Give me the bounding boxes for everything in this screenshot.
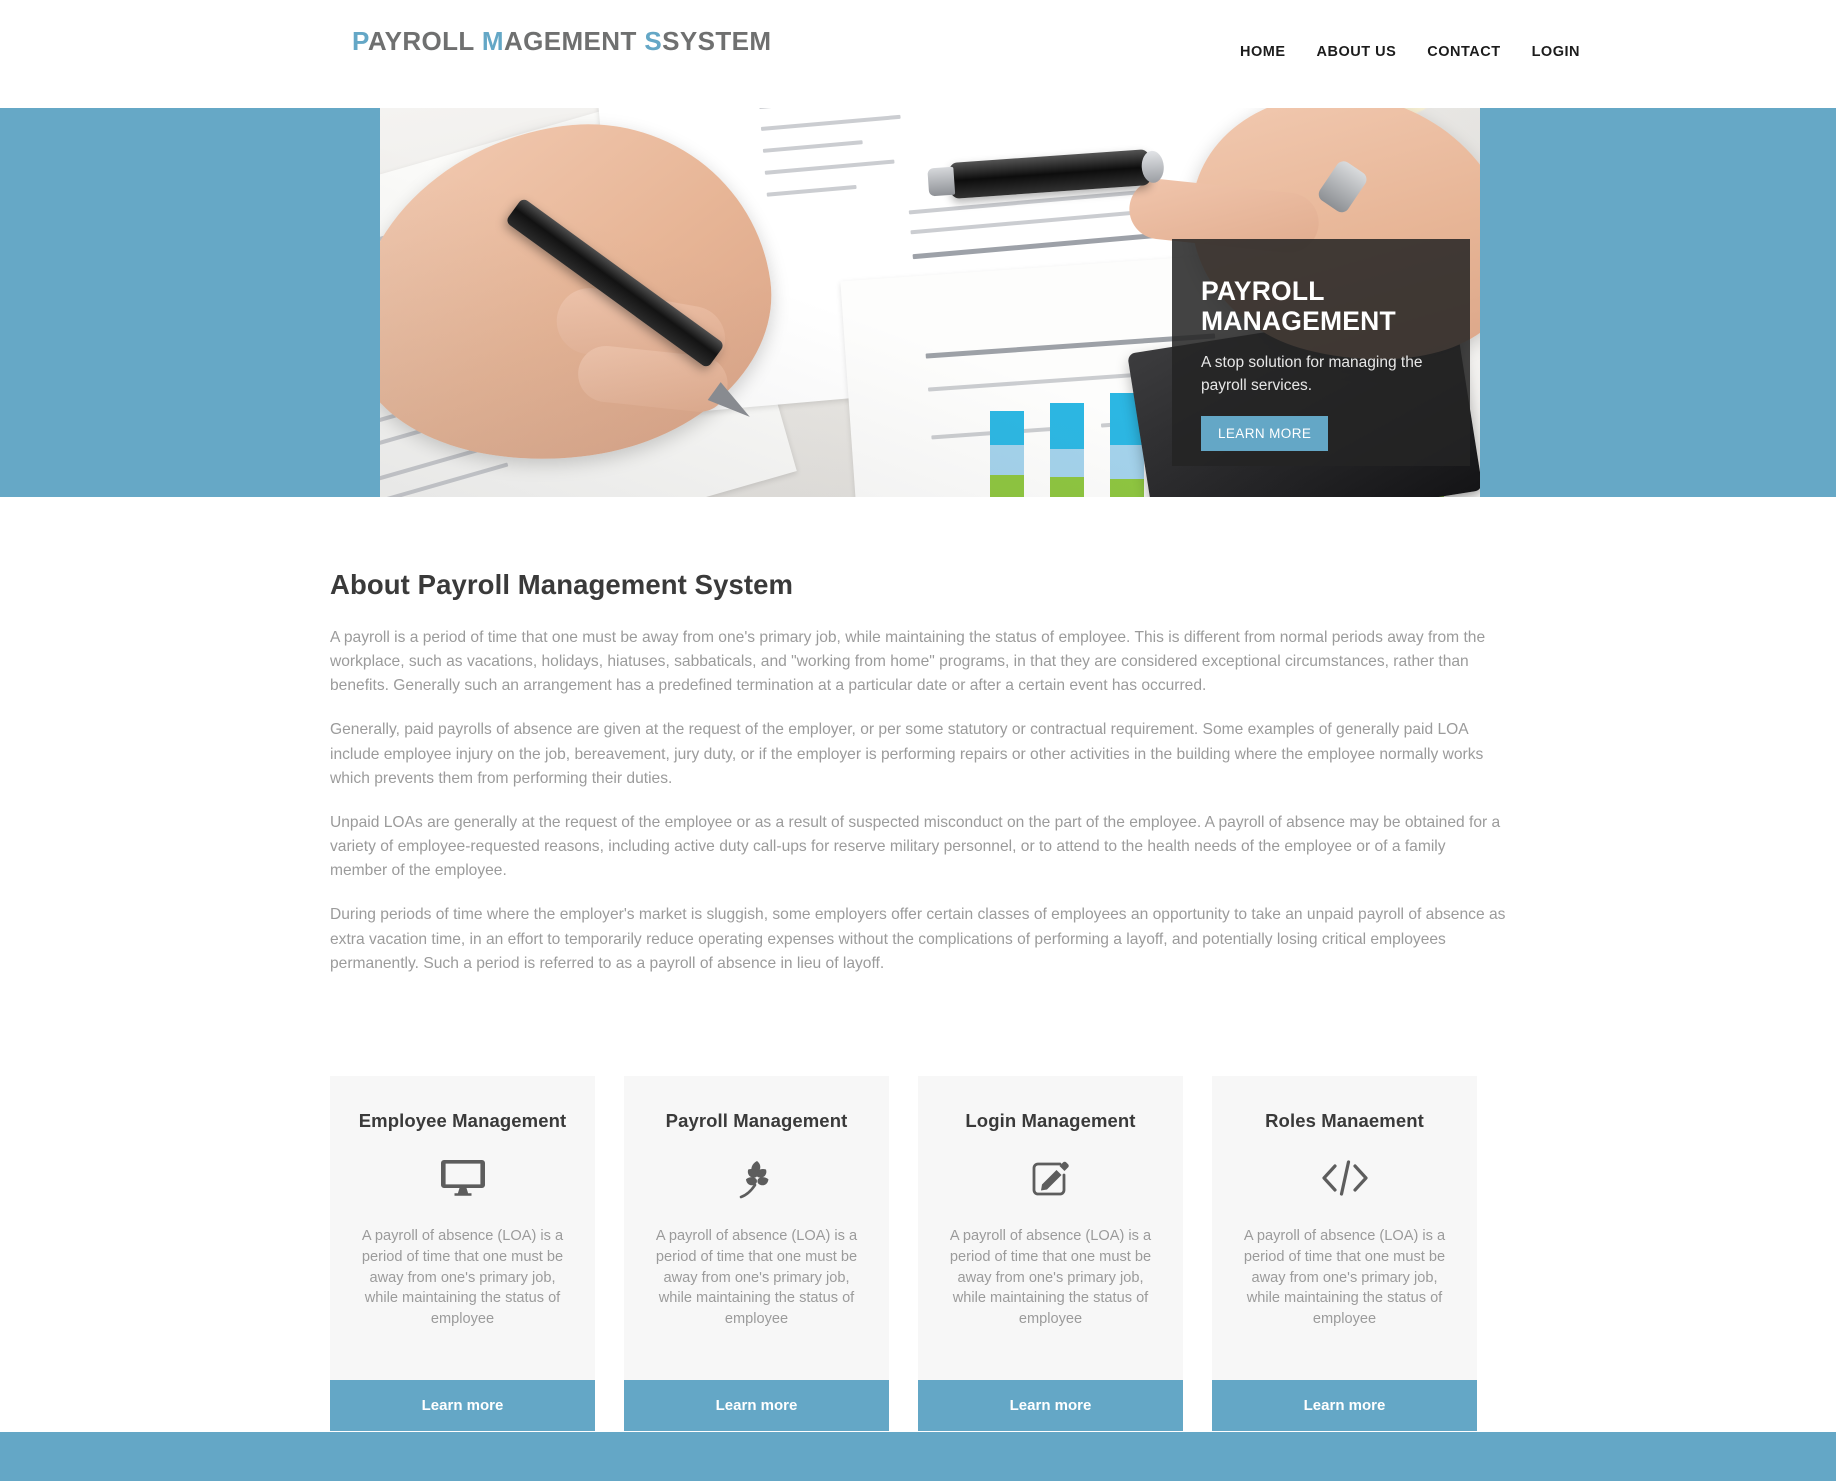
about-section: About Payroll Management System A payrol… (0, 497, 1836, 1470)
card-text: A payroll of absence (LOA) is a period o… (655, 1227, 858, 1328)
nav-item-home[interactable]: HOME (1240, 44, 1286, 60)
logo-letter-m: M (481, 26, 504, 56)
card-learn-more-button[interactable]: Learn more (624, 1380, 889, 1432)
page-root: PAYROLL MAGEMENT SSYSTEM HOME ABOUT US C… (0, 0, 1836, 1481)
nav-item-login[interactable]: LOGIN (1532, 44, 1580, 60)
card-text: A payroll of absence (LOA) is a period o… (361, 1227, 564, 1328)
card-employee-management: Employee Management A payroll of absence… (330, 1075, 595, 1432)
site-logo[interactable]: PAYROLL MAGEMENT SSYSTEM (352, 26, 771, 57)
about-paragraph-4: During periods of time where the employe… (330, 906, 1506, 972)
card-text: A payroll of absence (LOA) is a period o… (949, 1227, 1152, 1328)
card-body: Roles Manaement A payroll of absence (LO… (1212, 1076, 1477, 1380)
card-title: Roles Manaement (1265, 1109, 1424, 1131)
card-title: Login Management (965, 1109, 1136, 1131)
card-learn-more-button[interactable]: Learn more (918, 1380, 1183, 1432)
card-roles-management: Roles Manaement A payroll of absence (LO… (1212, 1075, 1477, 1432)
hero-overlay-card: PAYROLL MANAGEMENT A stop solution for m… (1172, 239, 1470, 466)
about-paragraph-3: Unpaid LOAs are generally at the request… (330, 813, 1501, 880)
card-learn-more-button[interactable]: Learn more (330, 1380, 595, 1432)
nav-item-contact[interactable]: CONTACT (1427, 44, 1500, 60)
card-payroll-management: Payroll Management A payroll of absence … (624, 1075, 889, 1432)
logo-letter-p: P (352, 26, 368, 56)
card-text: A payroll of absence (LOA) is a period o… (1243, 1227, 1446, 1328)
card-login-management: Login Management A payroll of absence (L… (918, 1075, 1183, 1432)
site-footer (0, 1432, 1836, 1481)
about-heading: About Payroll Management System (330, 569, 794, 600)
card-learn-more-button[interactable]: Learn more (1212, 1380, 1477, 1432)
main-navigation: HOME ABOUT US CONTACT LOGIN (1240, 44, 1580, 60)
logo-letter-s: S (644, 26, 663, 56)
code-brackets-icon (1234, 1154, 1455, 1202)
hero-banner: PAYROLL MANAGEMENT A stop solution for m… (0, 108, 1836, 497)
hero-title-line1: PAYROLL (1201, 276, 1325, 306)
about-container: About Payroll Management System A payrol… (330, 569, 1506, 1432)
card-title: Employee Management (358, 1109, 567, 1131)
card-title: Payroll Management (665, 1109, 848, 1131)
card-body: Employee Management A payroll of absence… (330, 1076, 595, 1380)
desktop-monitor-icon (352, 1154, 573, 1202)
logo-text-ayroll: AYROLL (367, 26, 482, 56)
about-paragraph-2: Generally, paid payrolls of absence are … (330, 721, 1484, 787)
logo-text-agement: AGEMENT (503, 26, 645, 56)
card-body: Login Management A payroll of absence (L… (918, 1076, 1183, 1380)
hero-learn-more-button[interactable]: LEARN MORE (1201, 416, 1329, 452)
feature-cards: Employee Management A payroll of absence… (330, 1075, 1506, 1432)
hero-subtitle: A stop solution for managing the payroll… (1201, 354, 1423, 394)
card-body: Payroll Management A payroll of absence … (624, 1076, 889, 1380)
hero-title-line2: MANAGEMENT (1201, 305, 1396, 336)
logo-text-system: SYSTEM (662, 26, 772, 56)
site-header: PAYROLL MAGEMENT SSYSTEM HOME ABOUT US C… (0, 0, 1836, 108)
hero-title: PAYROLL MANAGEMENT (1201, 276, 1441, 336)
about-paragraph-1: A payroll is a period of time that one m… (330, 629, 1486, 695)
edit-pencil-square-icon (940, 1154, 1161, 1202)
leaf-branch-icon (646, 1154, 867, 1202)
nav-item-about-us[interactable]: ABOUT US (1317, 44, 1397, 60)
